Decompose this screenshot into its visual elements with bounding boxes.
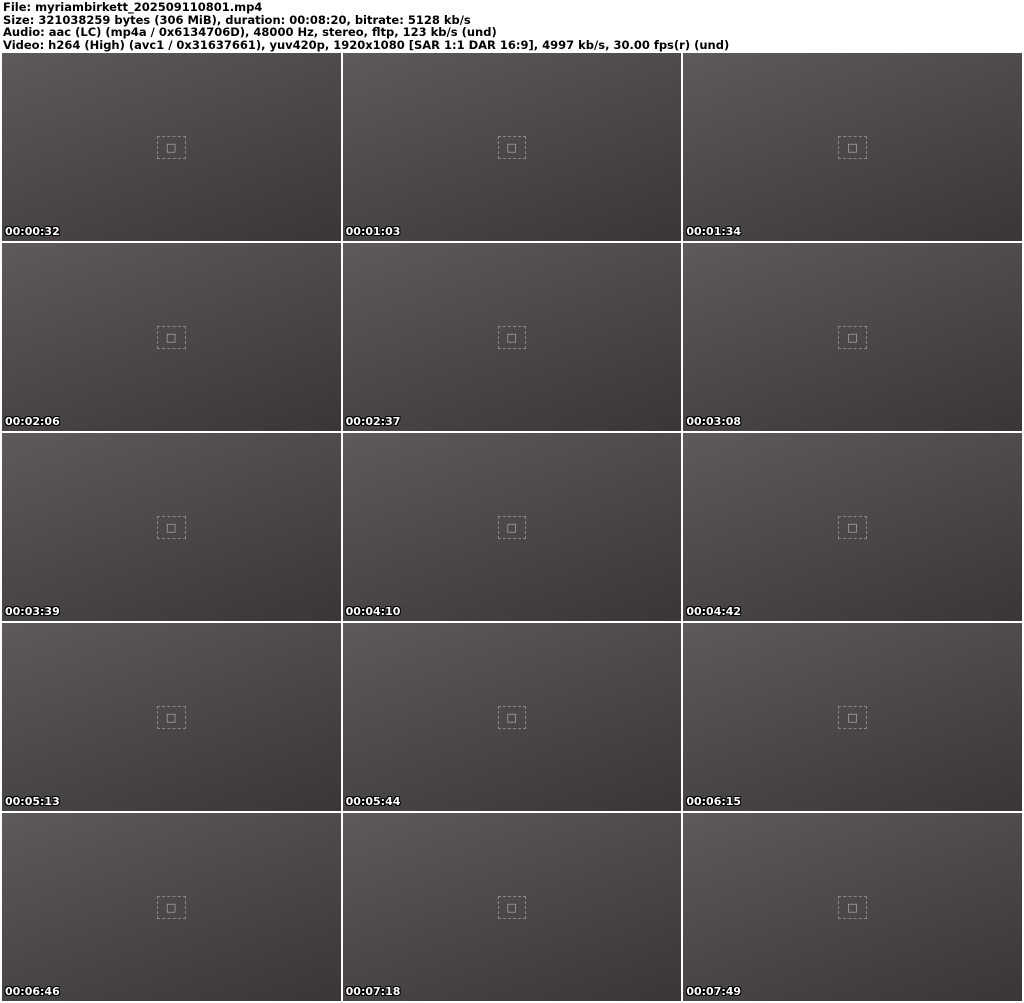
thumbnail-placeholder: □ <box>683 433 1022 621</box>
thumbnail-placeholder: □ <box>343 433 682 621</box>
thumbnail-placeholder: □ <box>343 53 682 241</box>
thumbnail-placeholder: □ <box>683 243 1022 431</box>
video-thumbnail: □ 00:07:18 <box>342 813 682 1001</box>
video-thumbnail: □ 00:05:13 <box>2 623 341 811</box>
thumbnail-timestamp: 00:04:42 <box>686 605 742 618</box>
thumbnail-timestamp: 00:02:37 <box>345 415 401 428</box>
video-thumbnail: □ 00:04:42 <box>683 433 1022 621</box>
thumbnail-timestamp: 00:06:46 <box>5 985 60 998</box>
video-thumbnail: □ 00:00:32 <box>2 53 341 241</box>
thumbnail-placeholder: □ <box>2 243 341 431</box>
file-name: File: myriambirkett_202509110801.mp4 <box>3 0 263 14</box>
thumbnail-placeholder: □ <box>343 243 682 431</box>
video-thumbnail: □ 00:01:03 <box>342 53 682 241</box>
thumbnail-placeholder: □ <box>683 813 1022 1001</box>
video-thumbnail: □ 00:03:39 <box>2 433 341 621</box>
video-thumbnail: □ 00:07:49 <box>683 813 1022 1001</box>
thumbnail-placeholder: □ <box>2 623 341 811</box>
video-thumbnail: □ 00:05:44 <box>342 623 682 811</box>
thumbnail-placeholder: □ <box>2 433 341 621</box>
audio-info: Audio: aac (LC) (mp4a / 0x6134706D), 480… <box>3 25 497 40</box>
file-info-header: File: myriambirkett_202509110801.mp4 Siz… <box>3 1 729 51</box>
thumbnail-timestamp: 00:03:39 <box>5 605 60 618</box>
video-thumbnail: □ 00:04:10 <box>342 433 682 621</box>
thumbnail-timestamp: 00:05:44 <box>345 795 401 808</box>
thumbnail-placeholder: □ <box>2 813 341 1001</box>
thumbnail-placeholder: □ <box>683 623 1022 811</box>
video-thumbnail: □ 00:02:37 <box>342 243 682 431</box>
thumbnail-timestamp: 00:06:15 <box>686 795 742 808</box>
thumbnail-timestamp: 00:03:08 <box>686 415 742 428</box>
video-thumbnail: □ 00:03:08 <box>683 243 1022 431</box>
thumbnail-timestamp: 00:05:13 <box>5 795 60 808</box>
thumbnail-timestamp: 00:01:34 <box>686 225 742 238</box>
thumbnail-timestamp: 00:02:06 <box>5 415 60 428</box>
thumbnail-placeholder: □ <box>343 623 682 811</box>
video-info: Video: h264 (High) (avc1 / 0x31637661), … <box>3 37 730 52</box>
video-thumbnail: □ 00:06:46 <box>2 813 341 1001</box>
video-thumbnail: □ 00:06:15 <box>683 623 1022 811</box>
thumbnail-placeholder: □ <box>683 53 1022 241</box>
thumbnail-timestamp: 00:00:32 <box>5 225 60 238</box>
thumbnail-grid: □ 00:00:32 □ 00:01:03 □ 00:01:34 □ 00:02:06 □ 00:… <box>2 53 1022 1001</box>
thumbnail-placeholder: □ <box>2 53 341 241</box>
thumbnail-timestamp: 00:04:10 <box>345 605 401 618</box>
video-thumbnail: □ 00:01:34 <box>683 53 1022 241</box>
video-thumbnail: □ 00:02:06 <box>2 243 341 431</box>
thumbnail-timestamp: 00:07:49 <box>686 985 742 998</box>
thumbnail-timestamp: 00:01:03 <box>345 225 401 238</box>
thumbnail-timestamp: 00:07:18 <box>345 985 401 998</box>
thumbnail-placeholder: □ <box>343 813 682 1001</box>
